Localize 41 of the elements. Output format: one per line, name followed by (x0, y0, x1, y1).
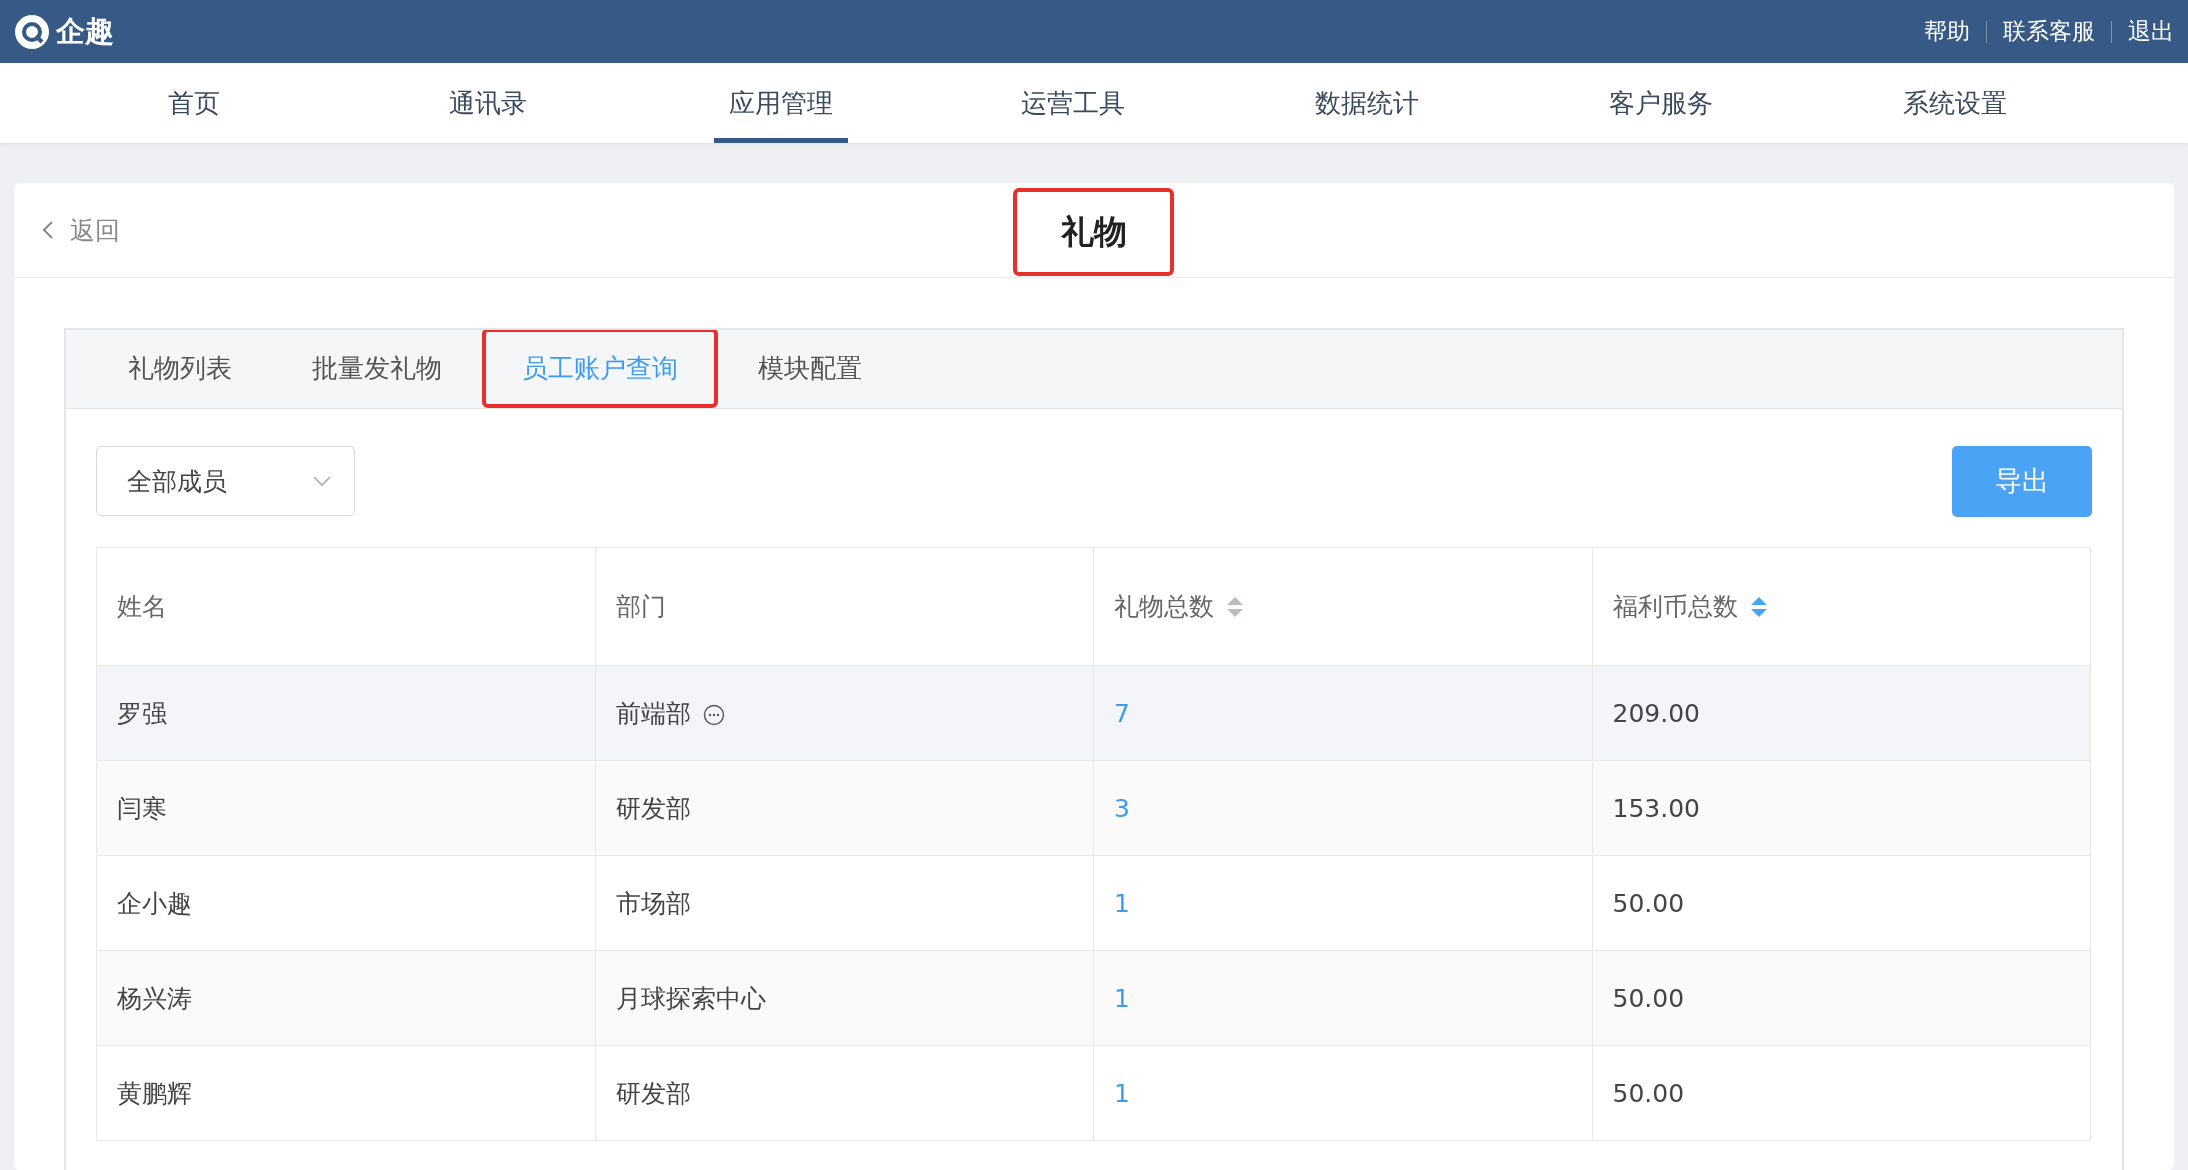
chevron-down-icon (312, 475, 332, 487)
table-cell: 50.00 (1592, 1045, 2091, 1141)
nav-tab[interactable]: 运营工具 (1012, 63, 1134, 143)
back-link[interactable]: 返回 (42, 213, 120, 247)
table-cell: 黄鹏辉 (96, 1045, 595, 1141)
table-cell: 闫寒 (96, 760, 595, 856)
nav-tab[interactable]: 通讯录 (427, 63, 549, 143)
column-header: 姓名 (96, 547, 595, 666)
member-dropdown[interactable]: 全部成员 (96, 446, 355, 516)
table-cell: 50.00 (1592, 855, 2091, 951)
nav-tab[interactable]: 应用管理 (713, 63, 848, 143)
column-header[interactable]: 福利币总数 (1592, 547, 2091, 666)
brand-name: 企趣 (56, 12, 114, 50)
nav-tab[interactable]: 首页 (134, 63, 255, 143)
page-title: 礼物 (1013, 188, 1174, 276)
top-link[interactable]: 联系客服 (2003, 16, 2095, 47)
table-cell: 研发部 (615, 793, 691, 823)
table-cell: 杨兴涛 (96, 950, 595, 1046)
nav-tab[interactable]: 数据统计 (1306, 63, 1428, 143)
table-cell: 罗强 (96, 665, 595, 761)
sort-icon[interactable] (1749, 595, 1768, 618)
table-cell: 市场部 (615, 888, 691, 918)
table-cell: 月球探索中心 (615, 983, 766, 1013)
table-cell: 企小趣 (96, 855, 595, 951)
more-icon[interactable] (702, 703, 725, 726)
table-cell: 研发部 (615, 1078, 691, 1108)
table-cell: 50.00 (1592, 950, 2091, 1046)
table-cell: 209.00 (1592, 665, 2091, 761)
nav-tab[interactable]: 系统设置 (1894, 63, 2015, 143)
logo-icon (14, 13, 50, 50)
sort-icon[interactable] (1226, 595, 1244, 618)
tab[interactable]: 模块配置 (718, 330, 902, 408)
column-header[interactable]: 礼物总数 (1093, 547, 1592, 666)
top-link[interactable]: 帮助 (1924, 16, 1970, 47)
nav-tab[interactable]: 客户服务 (1600, 63, 1722, 143)
column-header: 部门 (595, 547, 1094, 666)
table-cell: 153.00 (1592, 760, 2091, 856)
tab[interactable]: 批量发礼物 (272, 330, 482, 408)
top-link[interactable]: 退出 (2128, 16, 2174, 47)
table-cell: 前端部 (615, 698, 691, 728)
tab[interactable]: 礼物列表 (88, 330, 272, 408)
